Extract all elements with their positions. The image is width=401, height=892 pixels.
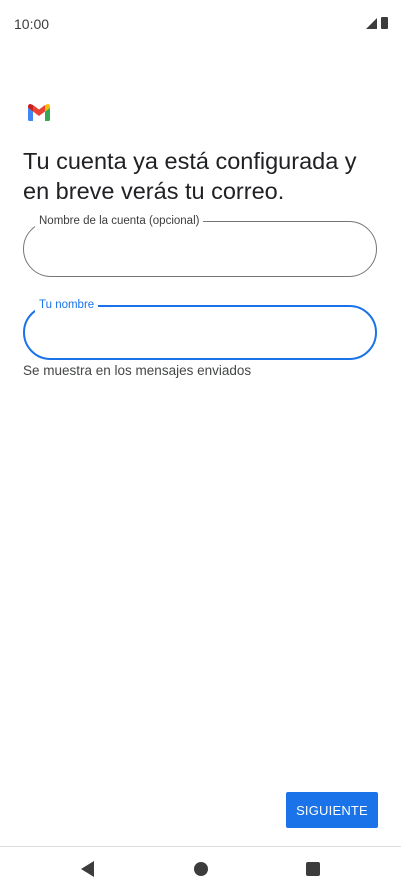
- battery-icon: [381, 17, 388, 29]
- home-icon[interactable]: [194, 862, 208, 876]
- back-icon[interactable]: [81, 861, 94, 877]
- your-name-input[interactable]: [41, 321, 359, 347]
- setup-heading: Tu cuenta ya está configurada y en breve…: [23, 148, 357, 204]
- account-name-field[interactable]: Nombre de la cuenta (opcional): [23, 214, 377, 277]
- account-name-label: Nombre de la cuenta (opcional): [35, 214, 204, 228]
- status-time: 10:00: [14, 16, 50, 32]
- signal-icon: [366, 18, 377, 29]
- recents-icon[interactable]: [306, 862, 320, 876]
- account-name-input[interactable]: [40, 236, 360, 262]
- next-button[interactable]: SIGUIENTE: [286, 792, 378, 828]
- status-bar: 10:00: [0, 0, 401, 48]
- your-name-field[interactable]: Tu nombre: [23, 298, 377, 360]
- gmail-logo: [28, 104, 50, 121]
- your-name-label: Tu nombre: [35, 298, 99, 312]
- navigation-bar: [0, 847, 401, 892]
- status-icons: [366, 17, 388, 29]
- your-name-helper-text: Se muestra en los mensajes enviados: [23, 363, 252, 378]
